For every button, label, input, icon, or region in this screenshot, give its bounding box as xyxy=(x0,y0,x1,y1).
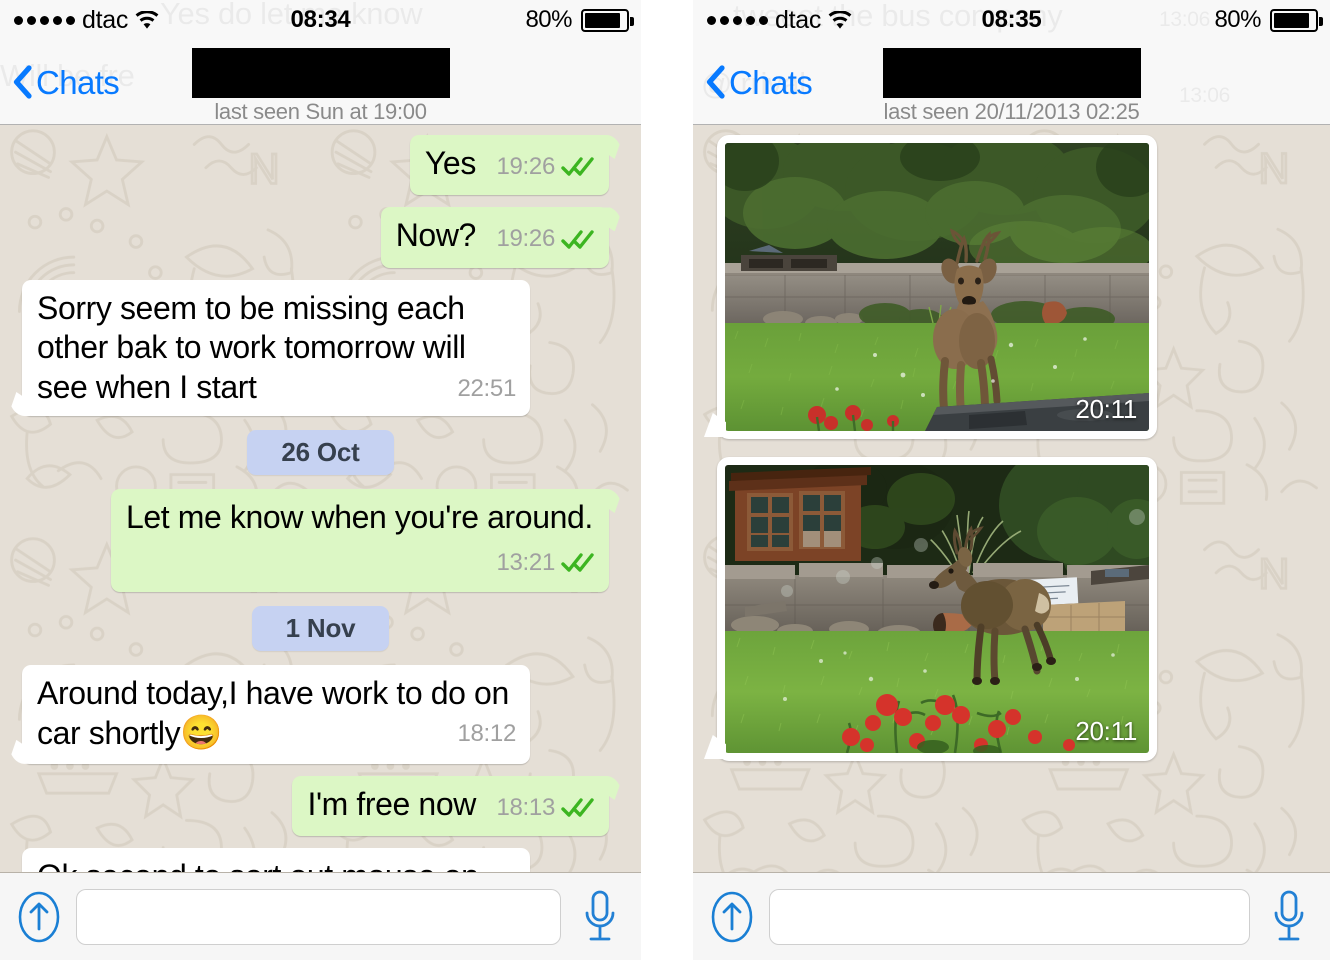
battery-icon xyxy=(581,8,634,32)
photo-deer-facing-camera xyxy=(725,143,1149,431)
message-text: Sorry seem to be missing each other bak … xyxy=(37,289,466,405)
message-meta: 18:13 xyxy=(496,788,595,827)
attach-button[interactable] xyxy=(16,889,62,945)
outgoing-message-bubble[interactable]: Now? 19:26 xyxy=(380,207,609,268)
message-time: 19:26 xyxy=(496,153,555,180)
contact-header-right[interactable]: last seen 20/11/2013 02:25 xyxy=(693,48,1330,123)
message-row: Sorry seem to be missing each other bak … xyxy=(10,279,631,416)
panel-separator xyxy=(641,0,693,960)
message-meta: 19:26 xyxy=(496,147,595,186)
battery-percent-right: 80% xyxy=(1214,6,1261,33)
date-divider: 1 Nov xyxy=(251,605,390,651)
message-text: Let me know when you're around. xyxy=(126,498,593,535)
messages-container-right: 20:11 20:11 xyxy=(693,131,1330,779)
incoming-message-bubble[interactable]: Ok second to sort out mouse on mac 18:14 xyxy=(22,848,530,872)
incoming-photo-bubble[interactable]: 20:11 xyxy=(717,457,1157,761)
attach-button[interactable] xyxy=(709,889,755,945)
message-time: 19:26 xyxy=(496,225,555,253)
date-divider-row: 1 Nov xyxy=(10,605,631,651)
battery-icon xyxy=(1270,8,1323,32)
message-meta: 18:12 xyxy=(457,719,516,749)
status-bar-right: tweeet the bus company 13:06 dtac 08:35 … xyxy=(693,0,1330,40)
voice-record-button[interactable] xyxy=(575,887,625,947)
double-check-icon xyxy=(561,788,595,827)
emoji-grinning-face-icon: 😄 xyxy=(180,714,223,753)
message-input[interactable] xyxy=(76,888,561,945)
photo-timestamp: 20:11 xyxy=(1075,394,1137,424)
photo-attachment[interactable]: 20:11 xyxy=(725,143,1149,431)
date-divider-row: 26 Oct xyxy=(10,429,631,475)
outgoing-message-bubble[interactable]: Yes 19:26 xyxy=(409,135,609,196)
incoming-message-bubble[interactable]: Around today,I have work to do on car sh… xyxy=(22,664,530,764)
chat-screenshot-left: Yes do let me know dtac 08:34 80% Will b… xyxy=(0,0,641,960)
date-divider: 26 Oct xyxy=(247,429,394,475)
message-meta: 22:51 xyxy=(457,374,516,404)
screenshot-stage: Yes do let me know dtac 08:34 80% Will b… xyxy=(0,0,1330,960)
message-time: 18:12 xyxy=(457,720,516,748)
nav-bar-left: Will be fre Chats last seen Sun at 19:00 xyxy=(0,40,641,125)
microphone-icon xyxy=(580,888,620,946)
message-time: 13:21 xyxy=(496,549,555,577)
voice-record-button[interactable] xyxy=(1264,887,1314,947)
status-bar-battery-group-right: 80% xyxy=(1214,6,1323,34)
arrow-up-circle-icon xyxy=(17,890,61,944)
status-bar-battery-group-left: 80% xyxy=(525,6,634,34)
message-row: Let me know when you're around. 13:21 xyxy=(10,488,631,592)
message-row: Ok second to sort out mouse on mac 18:14 xyxy=(10,848,631,872)
outgoing-message-bubble[interactable]: Let me know when you're around. 13:21 xyxy=(111,488,609,592)
last-seen-label-left: last seen Sun at 19:00 xyxy=(214,99,427,124)
battery-percent-left: 80% xyxy=(525,6,572,33)
message-list-right[interactable]: 20:11 20:11 xyxy=(693,125,1330,872)
photo-deer-in-profile xyxy=(725,465,1149,753)
photo-attachment[interactable]: 20:11 xyxy=(725,465,1149,753)
double-check-icon xyxy=(561,543,595,582)
message-text: Yes xyxy=(424,145,476,181)
incoming-photo-bubble[interactable]: 20:11 xyxy=(717,135,1157,439)
messages-container-left: Yes 19:26 Now? 19:26 Sorry seem to be mi… xyxy=(0,131,641,872)
status-bar-left: Yes do let me know dtac 08:34 80% xyxy=(0,0,641,40)
message-text: I'm free now xyxy=(307,785,476,822)
photo-timestamp: 20:11 xyxy=(1075,716,1137,746)
message-text: Now? xyxy=(395,217,477,254)
message-row: Now? 19:26 xyxy=(10,207,631,268)
incoming-message-bubble[interactable]: Sorry seem to be missing each other bak … xyxy=(22,279,530,416)
contact-name-redaction-bar xyxy=(882,48,1141,98)
message-row: 20:11 xyxy=(703,457,1320,761)
message-input[interactable] xyxy=(769,888,1250,945)
microphone-icon xyxy=(1269,888,1309,946)
message-meta: 13:21 xyxy=(496,543,595,582)
message-time: 22:51 xyxy=(457,374,516,402)
outgoing-message-bubble[interactable]: I'm free now 18:13 xyxy=(292,775,609,837)
last-seen-label-right: last seen 20/11/2013 02:25 xyxy=(883,99,1140,124)
message-row: I'm free now 18:13 xyxy=(10,775,631,837)
composer-bar-right xyxy=(693,872,1330,960)
message-meta: 19:26 xyxy=(496,220,595,259)
message-row: 20:11 xyxy=(703,135,1320,439)
message-row: Around today,I have work to do on car sh… xyxy=(10,664,631,764)
double-check-icon xyxy=(561,220,595,259)
message-list-left[interactable]: N xyxy=(0,125,641,872)
nav-bar-right: @ rrival 13:06 Chats last seen 20/11/201… xyxy=(693,40,1330,125)
message-row: Yes 19:26 xyxy=(10,135,631,196)
composer-bar-left xyxy=(0,872,641,960)
message-text: Ok second to sort out mouse on mac xyxy=(37,858,479,872)
contact-name-redaction-bar xyxy=(191,48,450,98)
chat-screenshot-right: tweeet the bus company 13:06 dtac 08:35 … xyxy=(693,0,1330,960)
double-check-icon xyxy=(561,147,595,186)
arrow-up-circle-icon xyxy=(710,890,754,944)
message-text: Around today,I have work to do on car sh… xyxy=(37,674,509,752)
contact-header-left[interactable]: last seen Sun at 19:00 xyxy=(0,48,641,123)
message-time: 18:13 xyxy=(496,793,555,821)
